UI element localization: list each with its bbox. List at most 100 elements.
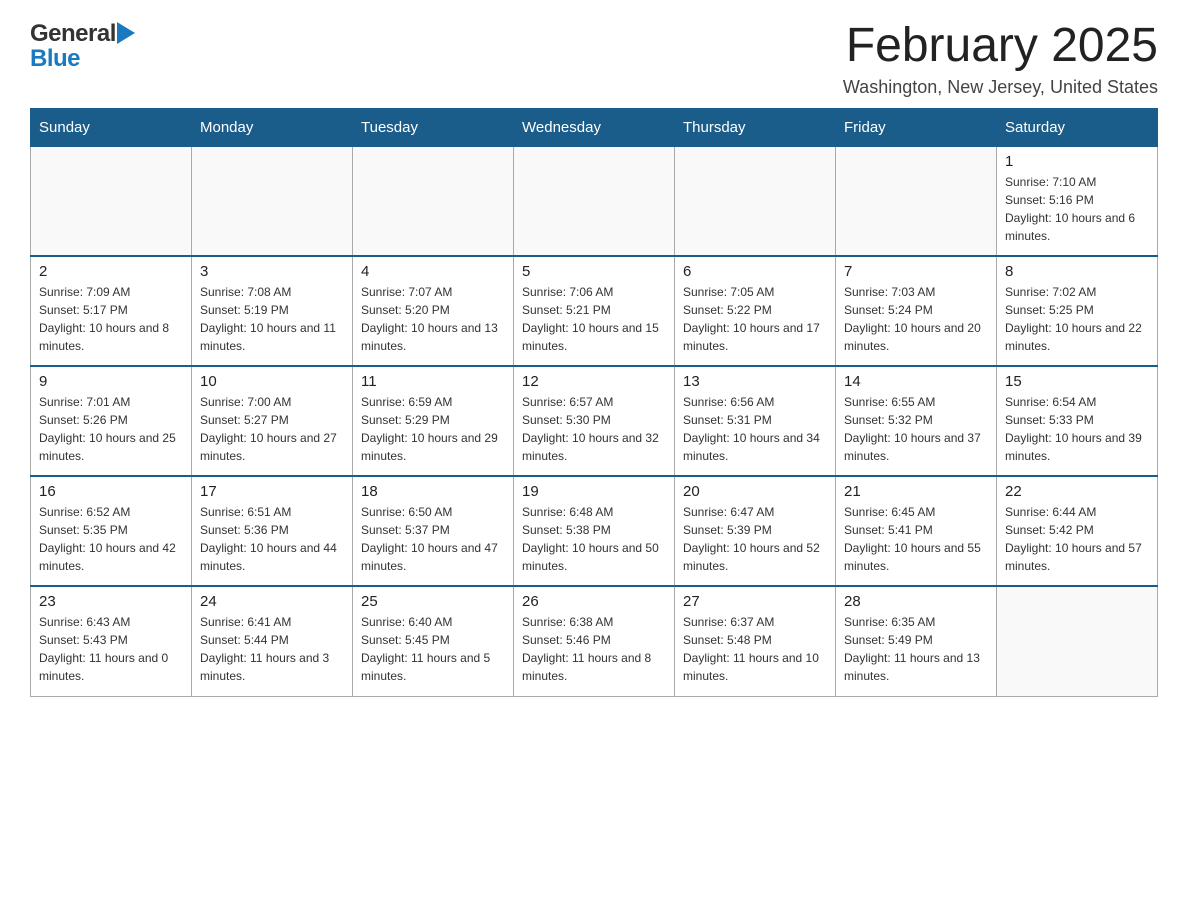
day-info: Sunrise: 6:57 AMSunset: 5:30 PMDaylight:… xyxy=(522,393,666,465)
day-number: 4 xyxy=(361,263,505,280)
day-number: 16 xyxy=(39,483,183,500)
table-row: 27 Sunrise: 6:37 AMSunset: 5:48 PMDayligh… xyxy=(675,586,836,696)
day-info: Sunrise: 6:41 AMSunset: 5:44 PMDaylight:… xyxy=(200,613,344,685)
day-number: 18 xyxy=(361,483,505,500)
table-row: 25 Sunrise: 6:40 AMSunset: 5:45 PMDayligh… xyxy=(353,586,514,696)
day-number: 17 xyxy=(200,483,344,500)
calendar-week-row: 2 Sunrise: 7:09 AMSunset: 5:17 PMDaylight… xyxy=(31,256,1158,366)
table-row: 16 Sunrise: 6:52 AMSunset: 5:35 PMDayligh… xyxy=(31,476,192,586)
table-row: 11 Sunrise: 6:59 AMSunset: 5:29 PMDayligh… xyxy=(353,366,514,476)
table-row xyxy=(997,586,1158,696)
day-number: 3 xyxy=(200,263,344,280)
day-number: 8 xyxy=(1005,263,1149,280)
day-number: 22 xyxy=(1005,483,1149,500)
table-row: 20 Sunrise: 6:47 AMSunset: 5:39 PMDayligh… xyxy=(675,476,836,586)
day-number: 20 xyxy=(683,483,827,500)
day-number: 25 xyxy=(361,593,505,610)
day-info: Sunrise: 6:37 AMSunset: 5:48 PMDaylight:… xyxy=(683,613,827,685)
table-row: 13 Sunrise: 6:56 AMSunset: 5:31 PMDayligh… xyxy=(675,366,836,476)
table-row xyxy=(514,146,675,256)
header-wednesday: Wednesday xyxy=(514,108,675,146)
header-tuesday: Tuesday xyxy=(353,108,514,146)
day-number: 5 xyxy=(522,263,666,280)
table-row: 10Sunrise: 7:00 AMSunset: 5:27 PMDayligh… xyxy=(192,366,353,476)
header-thursday: Thursday xyxy=(675,108,836,146)
logo-general: General xyxy=(30,20,116,48)
day-number: 24 xyxy=(200,593,344,610)
table-row: 4 Sunrise: 7:07 AMSunset: 5:20 PMDaylight… xyxy=(353,256,514,366)
day-number: 26 xyxy=(522,593,666,610)
calendar-week-row: 9 Sunrise: 7:01 AMSunset: 5:26 PMDaylight… xyxy=(31,366,1158,476)
day-number: 12 xyxy=(522,373,666,390)
table-row: 6 Sunrise: 7:05 AMSunset: 5:22 PMDaylight… xyxy=(675,256,836,366)
day-info: Sunrise: 6:54 AMSunset: 5:33 PMDaylight:… xyxy=(1005,393,1149,465)
day-number: 7 xyxy=(844,263,988,280)
day-number: 11 xyxy=(361,373,505,390)
day-info: Sunrise: 6:55 AMSunset: 5:32 PMDaylight:… xyxy=(844,393,988,465)
page-header: General Blue February 2025 Washington, N… xyxy=(30,20,1158,98)
day-info: Sunrise: 6:56 AMSunset: 5:31 PMDaylight:… xyxy=(683,393,827,465)
day-info: Sunrise: 7:07 AMSunset: 5:20 PMDaylight:… xyxy=(361,283,505,355)
table-row: 26 Sunrise: 6:38 AMSunset: 5:46 PMDayligh… xyxy=(514,586,675,696)
day-info: Sunrise: 7:01 AMSunset: 5:26 PMDaylight:… xyxy=(39,393,183,465)
day-info: Sunrise: 6:48 AMSunset: 5:38 PMDaylight:… xyxy=(522,503,666,575)
day-number: 27 xyxy=(683,593,827,610)
day-number: 15 xyxy=(1005,373,1149,390)
table-row: 15 Sunrise: 6:54 AMSunset: 5:33 PMDayligh… xyxy=(997,366,1158,476)
day-info: Sunrise: 7:02 AMSunset: 5:25 PMDaylight:… xyxy=(1005,283,1149,355)
day-info: Sunrise: 7:06 AMSunset: 5:21 PMDaylight:… xyxy=(522,283,666,355)
header-sunday: Sunday xyxy=(31,108,192,146)
calendar-week-row: 23 Sunrise: 6:43 AMSunset: 5:43 PMDayligh… xyxy=(31,586,1158,696)
table-row: 28Sunrise: 6:35 AMSunset: 5:49 PMDayligh… xyxy=(836,586,997,696)
day-info: Sunrise: 6:38 AMSunset: 5:46 PMDaylight:… xyxy=(522,613,666,685)
day-number: 10 xyxy=(200,373,344,390)
day-info: Sunrise: 6:50 AMSunset: 5:37 PMDaylight:… xyxy=(361,503,505,575)
table-row: 18 Sunrise: 6:50 AMSunset: 5:37 PMDayligh… xyxy=(353,476,514,586)
calendar-table: Sunday Monday Tuesday Wednesday Thursday… xyxy=(30,108,1158,697)
day-number: 1 xyxy=(1005,153,1149,170)
table-row: 1Sunrise: 7:10 AMSunset: 5:16 PMDaylight… xyxy=(997,146,1158,256)
table-row: 19Sunrise: 6:48 AMSunset: 5:38 PMDayligh… xyxy=(514,476,675,586)
table-row: 2 Sunrise: 7:09 AMSunset: 5:17 PMDaylight… xyxy=(31,256,192,366)
table-row: 22 Sunrise: 6:44 AMSunset: 5:42 PMDayligh… xyxy=(997,476,1158,586)
day-info: Sunrise: 6:47 AMSunset: 5:39 PMDaylight:… xyxy=(683,503,827,575)
day-info: Sunrise: 6:51 AMSunset: 5:36 PMDaylight:… xyxy=(200,503,344,575)
calendar-week-row: 1Sunrise: 7:10 AMSunset: 5:16 PMDaylight… xyxy=(31,146,1158,256)
day-number: 9 xyxy=(39,373,183,390)
table-row: 3Sunrise: 7:08 AMSunset: 5:19 PMDaylight… xyxy=(192,256,353,366)
day-info: Sunrise: 6:44 AMSunset: 5:42 PMDaylight:… xyxy=(1005,503,1149,575)
day-info: Sunrise: 6:45 AMSunset: 5:41 PMDaylight:… xyxy=(844,503,988,575)
day-info: Sunrise: 7:09 AMSunset: 5:17 PMDaylight:… xyxy=(39,283,183,355)
calendar-week-row: 16 Sunrise: 6:52 AMSunset: 5:35 PMDayligh… xyxy=(31,476,1158,586)
day-info: Sunrise: 6:52 AMSunset: 5:35 PMDaylight:… xyxy=(39,503,183,575)
table-row: 23 Sunrise: 6:43 AMSunset: 5:43 PMDayligh… xyxy=(31,586,192,696)
day-info: Sunrise: 7:03 AMSunset: 5:24 PMDaylight:… xyxy=(844,283,988,355)
table-row: 12 Sunrise: 6:57 AMSunset: 5:30 PMDayligh… xyxy=(514,366,675,476)
table-row xyxy=(192,146,353,256)
day-info: Sunrise: 6:40 AMSunset: 5:45 PMDaylight:… xyxy=(361,613,505,685)
logo-blue: Blue xyxy=(30,45,80,73)
table-row xyxy=(836,146,997,256)
logo-arrow-icon xyxy=(117,22,135,44)
header-saturday: Saturday xyxy=(997,108,1158,146)
header-friday: Friday xyxy=(836,108,997,146)
table-row xyxy=(675,146,836,256)
table-row: 17 Sunrise: 6:51 AMSunset: 5:36 PMDayligh… xyxy=(192,476,353,586)
day-number: 13 xyxy=(683,373,827,390)
day-number: 2 xyxy=(39,263,183,280)
table-row: 14 Sunrise: 6:55 AMSunset: 5:32 PMDayligh… xyxy=(836,366,997,476)
day-number: 6 xyxy=(683,263,827,280)
day-info: Sunrise: 7:05 AMSunset: 5:22 PMDaylight:… xyxy=(683,283,827,355)
table-row: 7 Sunrise: 7:03 AMSunset: 5:24 PMDaylight… xyxy=(836,256,997,366)
day-number: 23 xyxy=(39,593,183,610)
month-title: February 2025 xyxy=(843,20,1158,73)
day-number: 14 xyxy=(844,373,988,390)
day-header-row: Sunday Monday Tuesday Wednesday Thursday… xyxy=(31,108,1158,146)
table-row xyxy=(31,146,192,256)
day-info: Sunrise: 6:43 AMSunset: 5:43 PMDaylight:… xyxy=(39,613,183,685)
location-subtitle: Washington, New Jersey, United States xyxy=(843,77,1158,98)
table-row: 5 Sunrise: 7:06 AMSunset: 5:21 PMDaylight… xyxy=(514,256,675,366)
day-info: Sunrise: 6:59 AMSunset: 5:29 PMDaylight:… xyxy=(361,393,505,465)
day-info: Sunrise: 6:35 AMSunset: 5:49 PMDaylight:… xyxy=(844,613,988,685)
table-row: 21Sunrise: 6:45 AMSunset: 5:41 PMDayligh… xyxy=(836,476,997,586)
